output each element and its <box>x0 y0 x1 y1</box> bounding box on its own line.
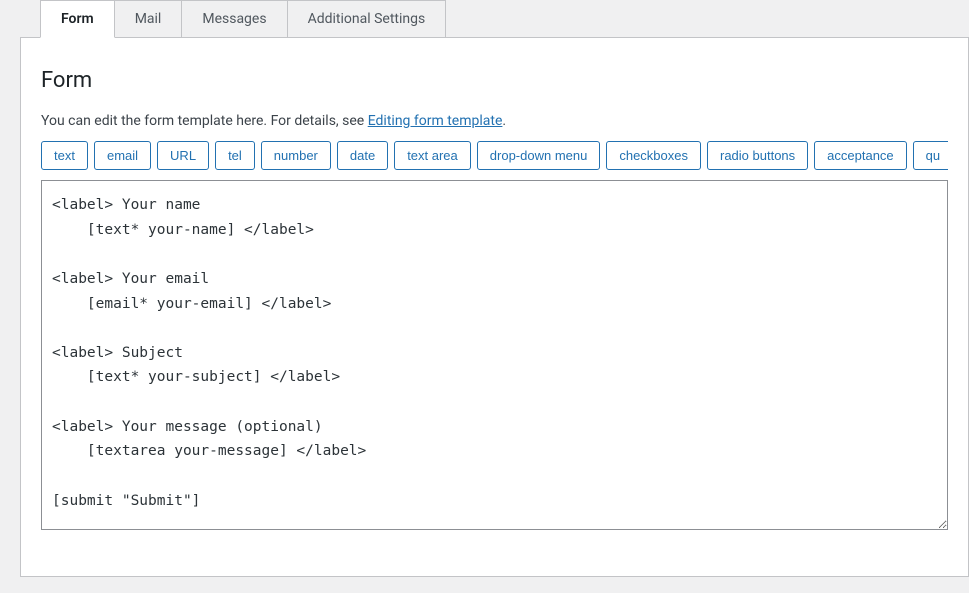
panel-form: Form You can edit the form template here… <box>20 37 969 577</box>
form-template-textarea[interactable] <box>41 180 948 530</box>
tag-button-email[interactable]: email <box>94 141 151 170</box>
help-text-after: . <box>502 113 506 129</box>
tab-form[interactable]: Form <box>40 0 115 38</box>
tag-button-dropdown[interactable]: drop-down menu <box>477 141 601 170</box>
section-title: Form <box>41 68 948 93</box>
tag-button-acceptance[interactable]: acceptance <box>814 141 907 170</box>
tab-bar: Form Mail Messages Additional Settings <box>40 0 969 37</box>
help-text: You can edit the form template here. For… <box>41 113 948 129</box>
tag-button-text[interactable]: text <box>41 141 88 170</box>
tag-button-checkboxes[interactable]: checkboxes <box>606 141 701 170</box>
tab-messages[interactable]: Messages <box>182 0 287 37</box>
tag-button-date[interactable]: date <box>337 141 388 170</box>
help-text-before: You can edit the form template here. For… <box>41 113 368 129</box>
tab-mail[interactable]: Mail <box>115 0 183 37</box>
tag-button-number[interactable]: number <box>261 141 331 170</box>
tag-button-row: text email URL tel number date text area… <box>41 141 948 170</box>
tab-additional-settings[interactable]: Additional Settings <box>288 0 447 37</box>
tag-button-url[interactable]: URL <box>157 141 209 170</box>
tag-button-radio[interactable]: radio buttons <box>707 141 808 170</box>
help-link[interactable]: Editing form template <box>368 113 503 129</box>
tag-button-textarea[interactable]: text area <box>394 141 471 170</box>
tag-button-tel[interactable]: tel <box>215 141 255 170</box>
tag-button-quiz[interactable]: qu <box>913 141 948 170</box>
